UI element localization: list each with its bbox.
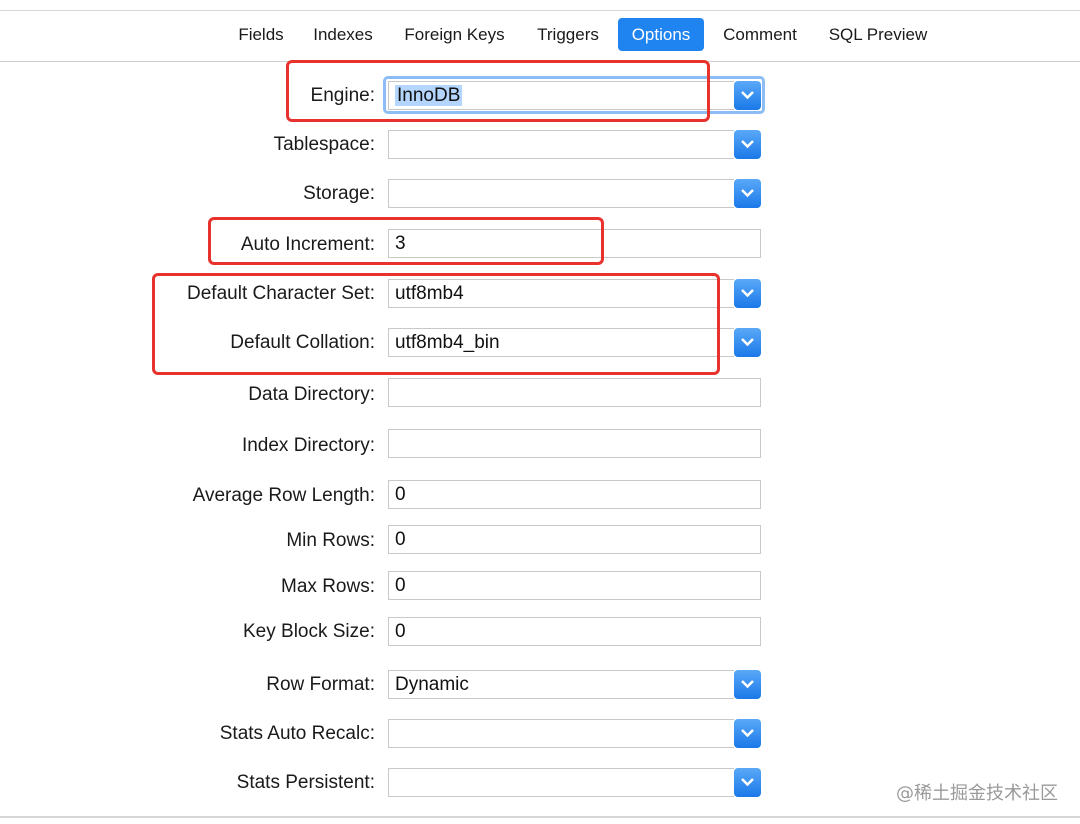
watermark: @稀土掘金技术社区 (896, 783, 1058, 804)
tab-indexes[interactable]: Indexes (304, 18, 382, 51)
default-charset-dropdown-button[interactable] (734, 279, 761, 308)
chevron-down-icon (741, 91, 754, 100)
avg-row-length-input[interactable]: 0 (388, 480, 761, 509)
auto-increment-input[interactable]: 3 (388, 229, 761, 258)
stats-persistent-dropdown-button[interactable] (734, 768, 761, 797)
default-charset-select[interactable]: utf8mb4 (388, 279, 734, 308)
chevron-down-icon (741, 680, 754, 689)
tab-sql-preview[interactable]: SQL Preview (820, 18, 936, 51)
avg-row-length-label: Average Row Length: (192, 485, 375, 506)
default-charset-label: Default Character Set: (187, 283, 375, 304)
chevron-down-icon (741, 778, 754, 787)
tablespace-dropdown-button[interactable] (734, 130, 761, 159)
data-directory-label: Data Directory: (248, 384, 375, 405)
tab-triggers[interactable]: Triggers (528, 18, 608, 51)
engine-select[interactable]: InnoDB (388, 81, 734, 110)
tab-bar: Fields Indexes Foreign Keys Triggers Opt… (0, 18, 1080, 54)
auto-increment-label: Auto Increment: (240, 234, 375, 255)
default-collation-select[interactable]: utf8mb4_bin (388, 328, 734, 357)
index-directory-input[interactable] (388, 429, 761, 458)
storage-dropdown-button[interactable] (734, 179, 761, 208)
tab-divider (0, 61, 1080, 62)
chevron-down-icon (741, 729, 754, 738)
chevron-down-icon (741, 289, 754, 298)
tab-fields[interactable]: Fields (230, 18, 292, 51)
row-format-label: Row Format: (266, 674, 375, 695)
max-rows-label: Max Rows: (281, 576, 375, 597)
chevron-down-icon (741, 189, 754, 198)
engine-dropdown-button[interactable] (734, 81, 761, 110)
stats-auto-recalc-label: Stats Auto Recalc: (219, 723, 375, 744)
default-collation-dropdown-button[interactable] (734, 328, 761, 357)
stats-auto-recalc-select[interactable] (388, 719, 734, 748)
chevron-down-icon (741, 338, 754, 347)
min-rows-input[interactable]: 0 (388, 525, 761, 554)
tab-options[interactable]: Options (618, 18, 704, 51)
tablespace-select[interactable] (388, 130, 734, 159)
max-rows-input[interactable]: 0 (388, 571, 761, 600)
key-block-size-input[interactable]: 0 (388, 617, 761, 646)
index-directory-label: Index Directory: (241, 435, 375, 456)
data-directory-input[interactable] (388, 378, 761, 407)
engine-label: Engine: (310, 85, 375, 106)
tab-foreign-keys[interactable]: Foreign Keys (396, 18, 513, 51)
row-format-select[interactable]: Dynamic (388, 670, 734, 699)
stats-auto-recalc-dropdown-button[interactable] (734, 719, 761, 748)
row-format-dropdown-button[interactable] (734, 670, 761, 699)
tab-comment[interactable]: Comment (714, 18, 806, 51)
min-rows-label: Min Rows: (286, 530, 375, 551)
storage-select[interactable] (388, 179, 734, 208)
stats-persistent-select[interactable] (388, 768, 734, 797)
default-collation-label: Default Collation: (230, 332, 375, 353)
engine-value: InnoDB (395, 85, 463, 106)
top-divider (0, 10, 1080, 11)
bottom-divider (0, 816, 1080, 818)
storage-label: Storage: (303, 183, 375, 204)
tablespace-label: Tablespace: (273, 134, 375, 155)
key-block-size-label: Key Block Size: (243, 621, 375, 642)
chevron-down-icon (741, 140, 754, 149)
stats-persistent-label: Stats Persistent: (236, 772, 375, 793)
